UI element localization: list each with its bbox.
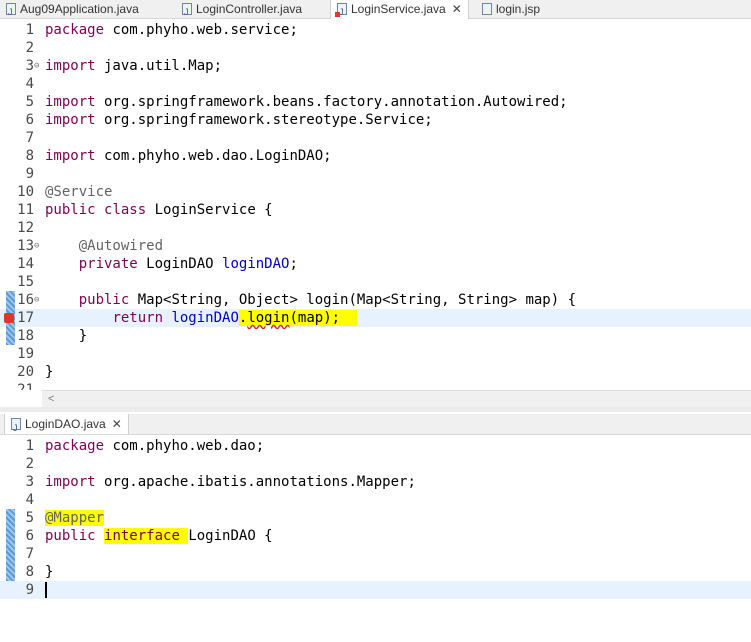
java-file-error-icon: J <box>335 3 347 17</box>
code-line: 18 } <box>17 328 88 344</box>
code-line: 7 <box>25 546 34 562</box>
code-line: 2 <box>25 40 34 56</box>
code-line: 4 <box>25 492 34 508</box>
code-line: 20} <box>17 364 54 380</box>
code-line: 7 <box>25 130 34 146</box>
code-line: 10 @Service <box>17 184 113 200</box>
code-line: 21 <box>17 382 34 390</box>
tab-logindao[interactable]: J LoginDAO.java ✕ <box>4 414 129 434</box>
code-line: 3 import org.apache.ibatis.annotations.Ma… <box>25 474 416 490</box>
code-line: 9 <box>25 166 34 182</box>
tab-label: LoginDAO.java <box>25 417 106 431</box>
tab-label: LoginController.java <box>196 2 303 16</box>
tab-login-jsp[interactable]: login.jsp <box>476 0 540 18</box>
tab-label: LoginService.java <box>351 2 446 16</box>
code-line: 1 package com.phyho.web.service; <box>25 22 298 38</box>
code-line: 3 ⊖ import java.util.Map; <box>25 57 223 75</box>
code-line: 19 <box>17 346 34 362</box>
tab-label: login.jsp <box>496 2 541 16</box>
code-line: 13 ⊖ @Autowired <box>17 237 164 255</box>
tab-logincontroller[interactable]: J LoginController.java <box>176 0 302 18</box>
tab-label: Aug09Application.java <box>20 2 139 16</box>
logindao-editor[interactable]: 1 package com.phyho.web.dao; 2 3 import or… <box>0 436 751 642</box>
horizontal-scrollbar[interactable]: < <box>42 390 751 407</box>
code-line: 9 <box>25 582 34 598</box>
editor-tab-bar-bottom: J LoginDAO.java ✕ <box>0 414 751 435</box>
code-line: 8} <box>25 564 54 580</box>
code-line: 15 <box>17 274 34 290</box>
code-line: 1 package com.phyho.web.dao; <box>25 438 265 454</box>
java-file-icon: J <box>11 418 21 433</box>
tab-loginservice[interactable]: J LoginService.java ✕ <box>330 0 469 19</box>
fold-icon[interactable]: ⊖ <box>34 57 39 75</box>
tab-aug09application[interactable]: J Aug09Application.java <box>0 0 139 18</box>
code-line: 5 @Mapper <box>25 510 105 526</box>
scroll-left-icon[interactable]: < <box>48 391 54 407</box>
fold-icon[interactable]: ⊖ <box>34 237 39 255</box>
code-line: 6 import org.springframework.stereotype.S… <box>25 112 433 128</box>
close-icon[interactable]: ✕ <box>112 414 122 434</box>
code-line: 2 <box>25 456 34 472</box>
code-line: 11 public class LoginService { <box>17 202 273 218</box>
loginservice-editor[interactable]: 1 package com.phyho.web.service; 2 3 ⊖ impo… <box>0 20 751 390</box>
code-line: 14 private LoginDAO loginDAO; <box>17 256 298 272</box>
code-line: 16 ⊖ public Map<String, Object> login(Map… <box>17 291 577 309</box>
java-file-icon: J <box>6 3 16 17</box>
java-file-icon: J <box>182 3 192 17</box>
code-line: 8 import com.phyho.web.dao.LoginDAO; <box>25 148 332 164</box>
code-line: 4 <box>25 76 34 92</box>
code-line: 17 return loginDAO.login(map); <box>17 310 357 326</box>
jsp-file-icon <box>482 3 492 15</box>
pane-splitter[interactable] <box>0 407 751 412</box>
code-line: 6 public interface LoginDAO { <box>25 528 273 544</box>
close-icon[interactable]: ✕ <box>452 0 462 18</box>
fold-icon[interactable]: ⊖ <box>34 291 39 309</box>
text-cursor <box>45 582 47 598</box>
editor-tab-bar: J Aug09Application.java J LoginController.… <box>0 0 751 19</box>
code-line: 12 <box>17 220 34 236</box>
code-line: 5 import org.springframework.beans.factor… <box>25 94 568 110</box>
